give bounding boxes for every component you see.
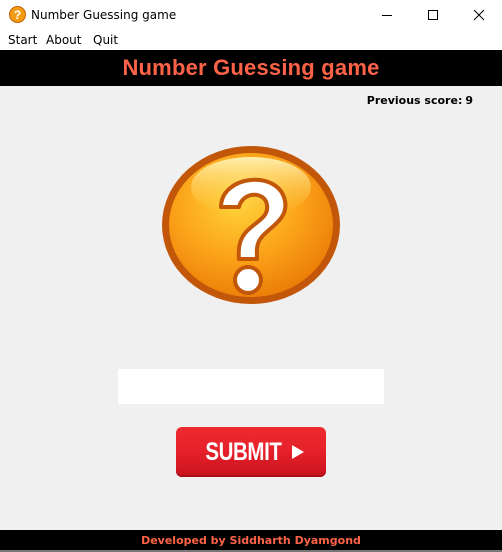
menu-start[interactable]: Start [8,33,37,47]
previous-score-label: Previous score: [366,94,463,107]
menu-bar: Start About Quit [0,30,502,50]
previous-score-value: 9 [465,94,473,107]
submit-button[interactable]: SUBMIT [176,427,326,477]
close-button[interactable] [456,0,502,30]
menu-quit[interactable]: Quit [93,33,118,47]
menu-about[interactable]: About [46,33,81,47]
play-icon [292,445,305,459]
page-title: Number Guessing game [122,55,380,80]
close-icon [473,9,485,21]
window-titlebar: ? Number Guessing game [0,0,502,30]
question-mark-icon: ? [9,6,26,23]
footer-credit: Developed by Siddharth Dyamgond [141,533,361,547]
window-title: Number Guessing game [31,8,177,22]
submit-label: SUBMIT [204,437,282,466]
guess-input[interactable] [118,369,384,404]
previous-score: Previous score: 9 [364,94,473,107]
minimize-icon [382,15,392,16]
footer-bar: Developed by Siddharth Dyamgond [0,530,502,550]
maximize-button[interactable] [410,0,456,30]
minimize-button[interactable] [364,0,410,30]
svg-text:?: ? [14,8,21,22]
header-banner: Number Guessing game [0,50,502,86]
question-mark-logo [162,146,340,304]
maximize-icon [428,10,438,20]
